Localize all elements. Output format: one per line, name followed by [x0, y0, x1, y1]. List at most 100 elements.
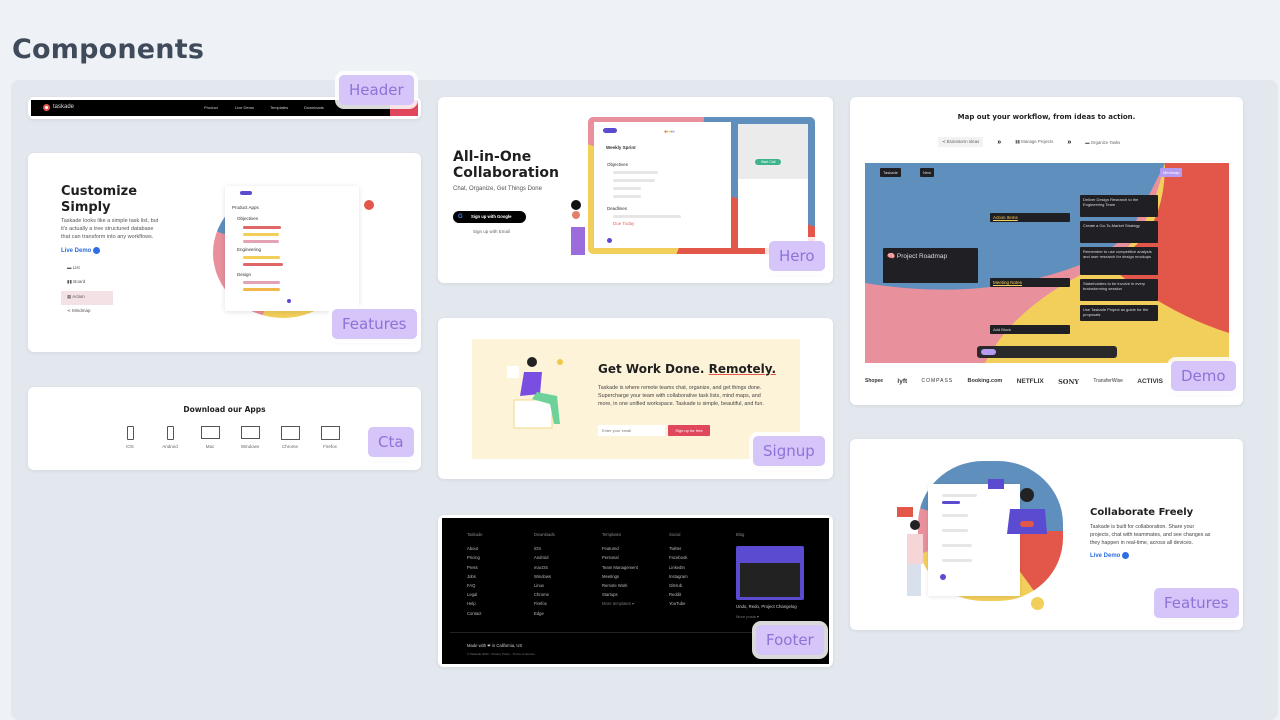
view-label: Board	[73, 279, 86, 284]
footer-link[interactable]: Instagram	[669, 572, 688, 581]
footer-link[interactable]: iOS	[534, 544, 555, 553]
footer-link[interactable]: Firefox	[534, 599, 555, 608]
footer-link[interactable]: Chrome	[534, 590, 555, 599]
footer-link[interactable]: Linux	[534, 581, 555, 590]
task-node[interactable]: Use Taskade Project as guide for the pro…	[1080, 305, 1158, 321]
footer-link[interactable]: Jobs	[467, 572, 483, 581]
app-firefox[interactable]: Firefox	[310, 426, 350, 449]
view-board-item[interactable]: ▮▮ Board	[61, 276, 113, 291]
footer-link[interactable]: Remote Work	[602, 581, 638, 590]
step-brainstorm[interactable]: ⋖ Brainstorm Ideas	[938, 137, 984, 147]
add-icon[interactable]	[607, 238, 612, 243]
new-button[interactable]: New	[920, 168, 935, 177]
view-action-item[interactable]: ▦ Action	[61, 291, 113, 305]
footer-link[interactable]: Twitter	[669, 544, 688, 553]
view-mindmap-item[interactable]: ⋖ Mindmap	[61, 305, 113, 319]
nav-downloads[interactable]: Downloads	[304, 105, 324, 110]
app-label: Android	[162, 444, 178, 449]
logo-netflix: NETFLIX	[1016, 378, 1044, 385]
demo-component-card[interactable]: Map out your workflow, from ideas to act…	[850, 97, 1243, 405]
features-live-demo-link[interactable]: Live Demo	[61, 247, 101, 254]
footer-col-title: Downloads	[534, 532, 555, 537]
root-node[interactable]: 🧠 Project Roadmap	[883, 248, 978, 283]
footer-link[interactable]: Contact	[467, 609, 483, 618]
more-posts-link[interactable]: More posts ▾	[736, 614, 759, 619]
badge-signup: Signup	[753, 436, 825, 466]
footer-link[interactable]: Startups	[602, 590, 638, 599]
footer-link[interactable]: About	[467, 544, 483, 553]
format-toolbar[interactable]	[977, 346, 1117, 358]
step-label: Manage Projects	[1021, 139, 1054, 144]
task-node[interactable]: Deliver Design Research to the Engineeri…	[1080, 195, 1158, 217]
footer-link[interactable]: Windows	[534, 572, 555, 581]
footer-link[interactable]: LinkedIn	[669, 563, 688, 572]
footer-link[interactable]: Facebook	[669, 553, 688, 562]
view-label: Mindmap	[72, 308, 91, 313]
signup-banner: Get Work Done. Remotely. Taskade is wher…	[472, 339, 800, 459]
cta-component-card[interactable]: Download our Apps iOS Android Mac Window…	[28, 387, 421, 470]
start-call-button[interactable]: Start Call	[755, 159, 782, 165]
email-input[interactable]	[598, 425, 665, 436]
view-label: List	[72, 265, 80, 270]
footer-link[interactable]: Press	[467, 563, 483, 572]
nav-live-demo[interactable]: Live Demo	[235, 105, 254, 110]
browser-icon	[320, 426, 340, 440]
google-signup-button[interactable]: G Sign up with Google	[453, 211, 526, 223]
mindmap-mode-button[interactable]: Mindmap	[1160, 168, 1183, 177]
branch-action-items[interactable]: Action Items	[990, 213, 1070, 222]
footer-link[interactable]: More templates ▾	[602, 599, 638, 608]
footer-link[interactable]: Legal	[467, 590, 483, 599]
footer-link[interactable]: GitHub	[669, 581, 688, 590]
footer-link[interactable]: Edge	[534, 609, 555, 618]
footer-link[interactable]: Meetings	[602, 572, 638, 581]
branch-meeting-notes[interactable]: Meeting Notes	[990, 278, 1070, 287]
arrow-circle-icon	[1122, 552, 1130, 559]
task-node[interactable]: Stakeholders to be involve in every brai…	[1080, 279, 1158, 301]
collaborate-live-demo-link[interactable]: Live Demo	[1090, 552, 1130, 559]
step-organize[interactable]: ▬ Organize Tasks	[1085, 140, 1120, 145]
nav-product[interactable]: Product	[204, 105, 218, 110]
blog-thumbnail[interactable]	[736, 546, 804, 600]
footer-link[interactable]: Android	[534, 553, 555, 562]
app-ios[interactable]: iOS	[110, 426, 150, 449]
mindmap-canvas[interactable]: Taskade New Mindmap 🧠 Project Roadmap Ac…	[865, 163, 1229, 363]
footer-link[interactable]: YouTube	[669, 599, 688, 608]
footer-link[interactable]: Team Management	[602, 563, 638, 572]
mock-color-dots: ●●●●●	[664, 129, 675, 135]
footer-link[interactable]: Featured	[602, 544, 638, 553]
mock-group: Objectives	[237, 216, 259, 221]
footer-link[interactable]: Personal	[602, 553, 638, 562]
workspace-label: Taskade	[883, 170, 898, 175]
step-label: Organize Tasks	[1090, 139, 1121, 145]
hero-subtitle: Chat, Organize, Get Things Done	[453, 186, 542, 192]
footer-col-title: Templates	[602, 532, 622, 537]
footer-link[interactable]: Help	[467, 599, 483, 608]
workspace-chip[interactable]: Taskade	[880, 168, 901, 177]
collaborate-body: Taskade is built for collaboration. Shar…	[1090, 524, 1211, 546]
add-icon[interactable]	[287, 299, 291, 303]
footer-col-title: Taskade	[467, 532, 483, 537]
app-mac[interactable]: Mac	[190, 426, 230, 449]
monitor-icon	[240, 426, 260, 439]
app-windows[interactable]: Windows	[230, 426, 270, 449]
new-label: New	[923, 170, 932, 175]
footer-link[interactable]: FAQ	[467, 581, 483, 590]
arrow-circle-icon	[93, 247, 101, 254]
email-signup-link[interactable]: Sign up with Email	[473, 229, 510, 234]
signup-free-button[interactable]: Sign up for free	[668, 425, 710, 436]
task-node[interactable]: Create a Go-To-Market Strategy	[1080, 221, 1158, 243]
badge-footer: Footer	[756, 625, 824, 655]
step-manage[interactable]: ▮▮ Manage Projects	[1015, 139, 1053, 145]
add-block-node[interactable]: Add Block	[990, 325, 1070, 334]
footer-link[interactable]: Reddit	[669, 590, 688, 599]
nav-templates[interactable]: Templates	[270, 105, 288, 110]
blog-post-link[interactable]: Undo, Redo, Project Changelog	[736, 604, 797, 609]
footer-link[interactable]: Pricing	[467, 553, 483, 562]
signup-title: Get Work Done. Remotely.	[598, 362, 776, 376]
app-chrome[interactable]: Chrome	[270, 426, 310, 449]
task-node[interactable]: Remember to use competitive analysis and…	[1080, 247, 1158, 275]
app-android[interactable]: Android	[150, 426, 190, 449]
footer-link[interactable]: macOS	[534, 563, 555, 572]
view-list-item[interactable]: ▬ List	[61, 262, 113, 276]
chevrons-icon: »	[997, 138, 1002, 146]
